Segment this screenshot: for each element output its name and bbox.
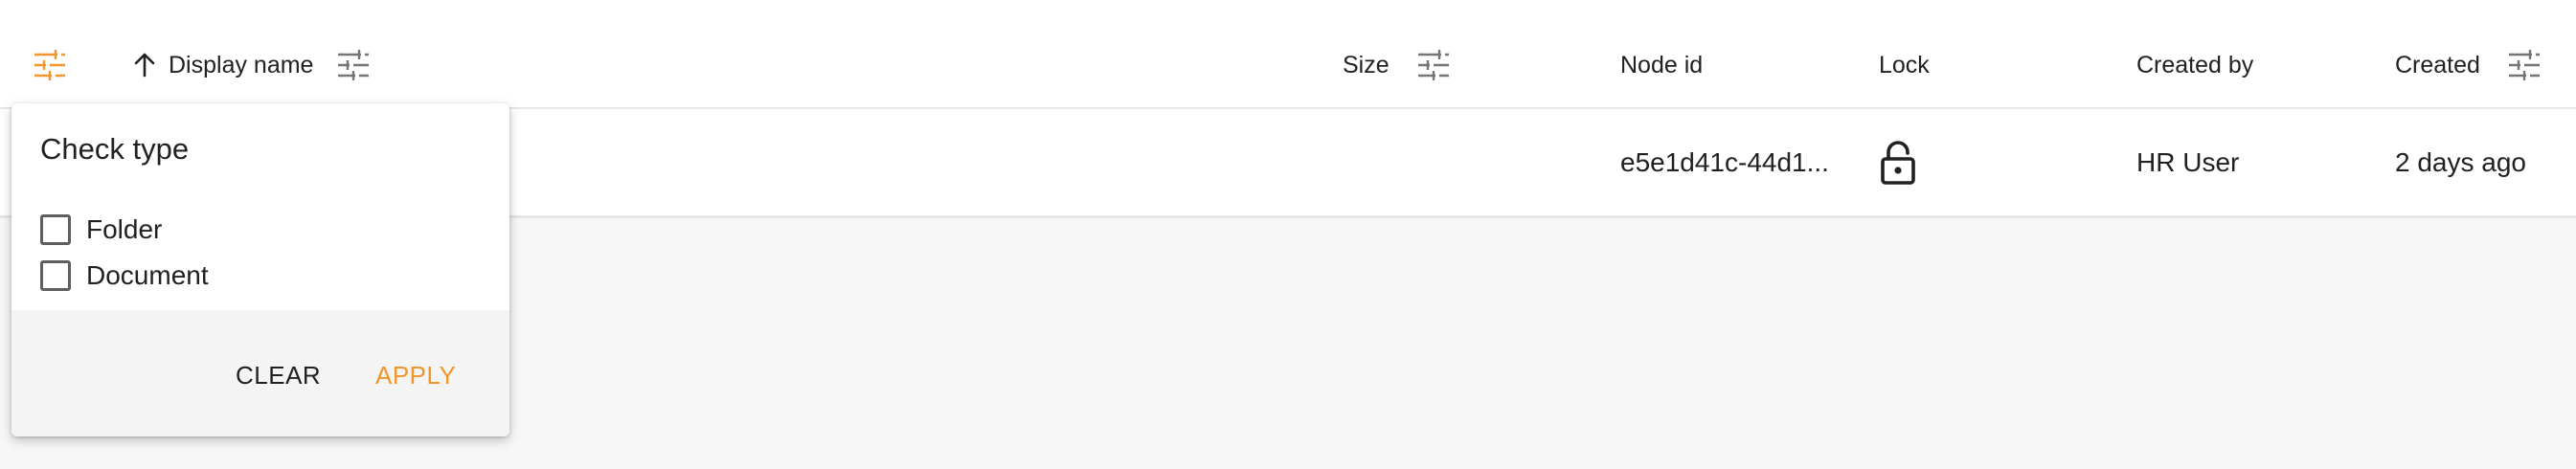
created-by-cell: HR User: [2136, 147, 2240, 177]
column-header-created[interactable]: Created: [2395, 48, 2542, 82]
size-label[interactable]: Size: [1343, 52, 1390, 79]
lock-label[interactable]: Lock: [1879, 52, 1930, 79]
column-header-lock[interactable]: Lock: [1879, 48, 1930, 82]
folder-checkbox[interactable]: [40, 214, 71, 245]
created-by-label[interactable]: Created by: [2136, 52, 2253, 79]
column-header-created-by[interactable]: Created by: [2136, 48, 2253, 82]
created-filter-icon[interactable]: [2507, 48, 2542, 82]
display-name-label[interactable]: Display name: [169, 52, 313, 79]
column-header-display-name[interactable]: Display name: [130, 48, 371, 82]
sort-ascending-arrow-icon[interactable]: [130, 51, 159, 79]
created-label[interactable]: Created: [2395, 52, 2480, 79]
type-filter-icon[interactable]: [33, 48, 67, 82]
column-header-size[interactable]: Size: [1343, 48, 1451, 82]
node-id-cell: e5e1d41c-44d1...: [1620, 147, 1829, 177]
popup-footer: CLEAR APPLY: [11, 310, 509, 436]
type-filter-popup: Check type Folder Document CLEAR APPLY: [11, 103, 509, 436]
popup-title: Check type: [40, 132, 190, 166]
created-cell: 2 days ago: [2395, 147, 2526, 177]
document-checkbox[interactable]: [40, 260, 71, 291]
clear-button[interactable]: CLEAR: [236, 356, 321, 394]
lock-open-icon[interactable]: [1879, 141, 1917, 185]
type-filter-cell: [33, 48, 67, 82]
apply-button[interactable]: APPLY: [375, 356, 456, 394]
display-name-filter-icon[interactable]: [336, 48, 371, 82]
document-option-label[interactable]: Document: [86, 260, 209, 291]
lock-cell[interactable]: [1879, 140, 1917, 186]
folder-option-label[interactable]: Folder: [86, 214, 162, 245]
size-filter-icon[interactable]: [1416, 48, 1451, 82]
folder-option[interactable]: Folder: [40, 212, 162, 247]
table-header-row: Display name Size Node id Lock Created b…: [0, 0, 2576, 109]
document-option[interactable]: Document: [40, 258, 209, 293]
node-id-label[interactable]: Node id: [1620, 52, 1703, 79]
column-header-node-id[interactable]: Node id: [1620, 48, 1703, 82]
